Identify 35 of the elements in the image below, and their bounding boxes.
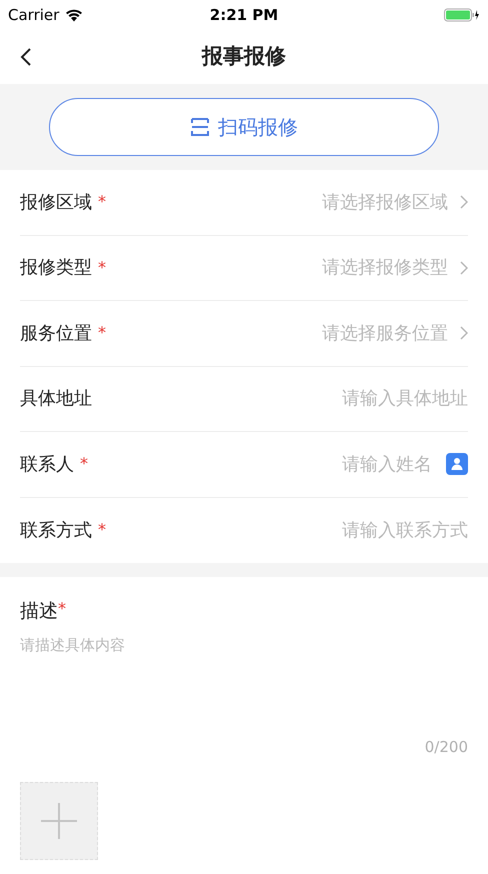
scan-button[interactable]: 扫码报修 (49, 98, 439, 156)
contact-book-button[interactable] (446, 453, 468, 476)
field-label: 联系人 (20, 452, 74, 477)
clock-time: 2:21 PM (210, 4, 278, 26)
select-field[interactable]: 请选择报修类型 (322, 254, 468, 282)
chevron-icon (460, 326, 468, 340)
select-field[interactable]: 请选择服务位置 (322, 320, 468, 347)
input-field[interactable]: 请输入姓名 (232, 450, 432, 478)
description-label: 描述 (20, 599, 58, 624)
chevron-icon (460, 195, 468, 210)
scan-icon (190, 117, 210, 137)
description-field[interactable]: 请描述具体内容 (20, 634, 468, 728)
character-counter: 0/200 (424, 736, 468, 758)
chevron-icon (460, 260, 468, 275)
plus-icon (41, 803, 77, 839)
required-mark: * (58, 598, 66, 620)
required-mark: * (98, 519, 106, 542)
wifi-icon (65, 8, 84, 22)
required-mark: * (98, 322, 106, 344)
required-mark: * (80, 453, 88, 476)
back-icon (20, 47, 32, 67)
field-label: 服务位置 (20, 322, 92, 346)
field-label: 报修区域 (20, 190, 92, 215)
required-mark: * (98, 191, 106, 214)
field-label: 具体地址 (20, 387, 92, 412)
battery-icon (444, 8, 480, 22)
person-icon (451, 457, 463, 472)
field-label: 联系方式 (20, 518, 92, 543)
required-mark: * (98, 256, 106, 279)
input-field[interactable]: 请输入具体地址 (208, 385, 468, 412)
carrier-name: Carrier (8, 4, 60, 26)
page-title: 报事报修 (202, 43, 286, 70)
select-field[interactable]: 请选择报修区域 (322, 188, 468, 216)
input-field[interactable]: 请输入联系方式 (208, 516, 468, 544)
field-label: 报修类型 (20, 256, 92, 280)
